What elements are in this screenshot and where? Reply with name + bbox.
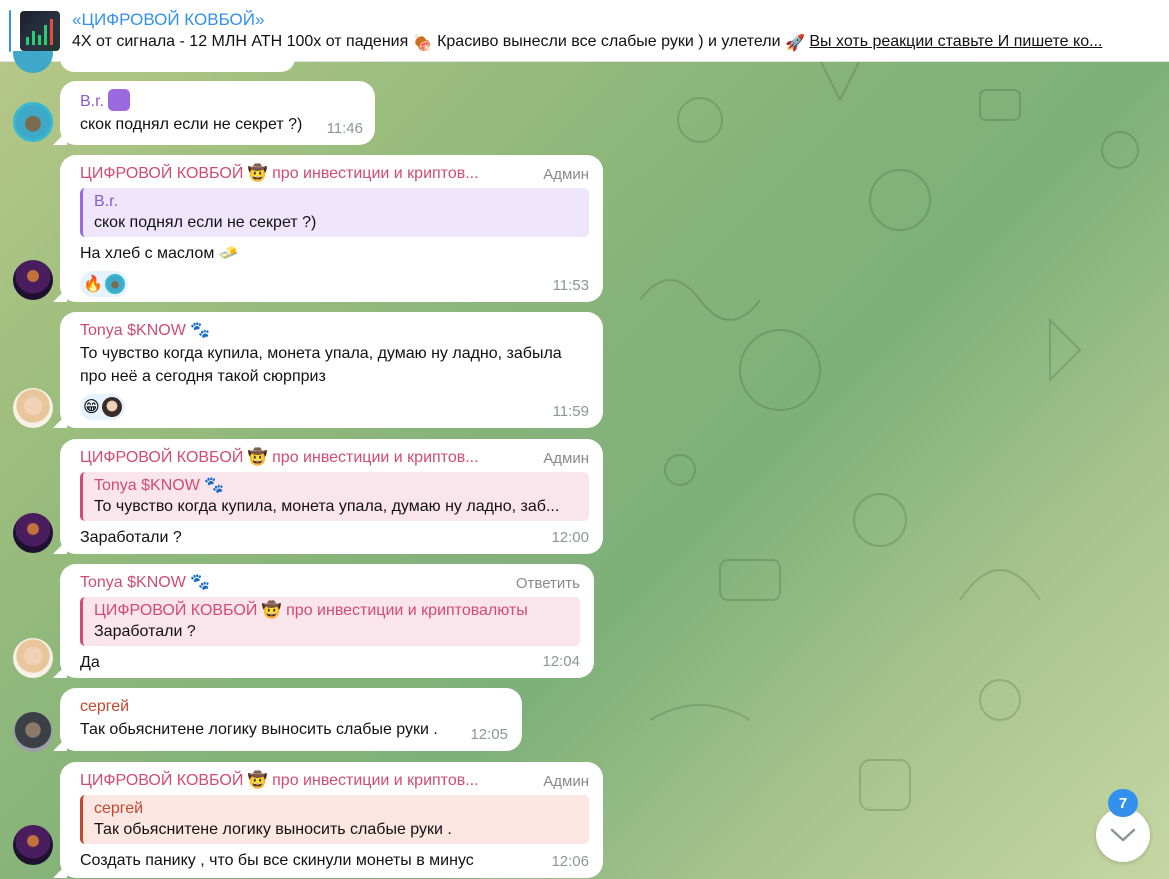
reply-name: ЦИФРОВОЙ КОВБОЙ 🤠 про инвестиции и крипт… [94, 602, 528, 619]
meat-emoji-icon: 🍖 [412, 35, 433, 52]
grin-emoji-icon: 😁 [83, 399, 100, 416]
sender-name[interactable]: Tonya $KNOW 🐾 [80, 572, 580, 594]
message-text: Так обьяснитене логику выносить слабые р… [80, 721, 438, 738]
reply-text: То чувство когда купила, монета упала, д… [94, 498, 560, 515]
reply-name: B.r. [94, 193, 119, 210]
admin-badge: Админ [543, 450, 589, 467]
pinned-accent-bar [9, 10, 11, 52]
avatar-br[interactable] [13, 102, 53, 142]
sender-name[interactable]: сергей [80, 696, 508, 718]
pinned-text: 4Х от сигнала - 12 МЛН АТН 100х от паден… [72, 33, 1103, 52]
user-badge-icon [108, 89, 131, 111]
message-time: 11:53 [552, 277, 589, 294]
message-bubble[interactable]: ЦИФРОВОЙ КОВБОЙ 🤠 про инвестиции и крипт… [53, 155, 603, 302]
previous-message-fragment [60, 52, 295, 72]
reply-name: Tonya $KNOW 🐾 [94, 477, 225, 494]
message-bubble[interactable]: ЦИФРОВОЙ КОВБОЙ 🤠 про инвестиции и крипт… [53, 439, 603, 554]
sender-name[interactable]: ЦИФРОВОЙ КОВБОЙ 🤠 про инвестиции и крипт… [80, 770, 520, 792]
reply-quote[interactable]: B.r. скок поднял если не секрет ?) [80, 188, 589, 237]
reply-quote[interactable]: сергей Так обьяснитене логику выносить с… [80, 795, 589, 844]
sender-name[interactable]: Tonya $KNOW 🐾 [80, 320, 589, 342]
reply-quote[interactable]: ЦИФРОВОЙ КОВБОЙ 🤠 про инвестиции и крипт… [80, 597, 580, 646]
message-bubble[interactable]: Tonya $KNOW 🐾 Ответить ЦИФРОВОЙ КОВБОЙ 🤠… [53, 564, 594, 678]
message-time: 12:06 [551, 853, 589, 870]
message-text: Создать панику , что бы все скинули моне… [80, 852, 474, 869]
reply-name: сергей [94, 800, 144, 817]
reply-text: Заработали ? [94, 623, 196, 640]
avatar-cowboy[interactable] [13, 825, 53, 865]
message-time: 12:04 [542, 653, 580, 670]
rocket-emoji-icon: 🚀 [785, 35, 805, 52]
unread-count-badge: 7 [1108, 789, 1138, 817]
reaction-chip[interactable]: 😁 [80, 394, 125, 420]
message-time: 11:59 [552, 403, 589, 420]
reaction-chip[interactable]: 🔥 [80, 271, 128, 297]
message-text: На хлеб с маслом 🧈 [80, 245, 239, 262]
avatar-tonya[interactable] [13, 388, 53, 428]
reply-text: Так обьяснитене логику выносить слабые р… [94, 821, 452, 838]
reactor-avatar [104, 274, 125, 294]
message-text: Да [80, 654, 100, 671]
message-text: скок поднял если не секрет ?) [80, 116, 303, 133]
sender-name[interactable]: ЦИФРОВОЙ КОВБОЙ 🤠 про инвестиции и крипт… [80, 163, 520, 185]
pinned-link[interactable]: Вы хоть реакции ставьте И пишете ко... [809, 33, 1102, 50]
message-bubble[interactable]: Tonya $KNOW 🐾 То чувство когда купила, м… [53, 312, 603, 428]
reply-quote[interactable]: Tonya $KNOW 🐾 То чувство когда купила, м… [80, 472, 589, 521]
admin-badge: Админ [543, 773, 589, 790]
avatar-cowboy[interactable] [13, 260, 53, 300]
reply-action[interactable]: Ответить [516, 575, 580, 592]
message-time: 12:05 [470, 726, 508, 743]
avatar-sergey[interactable] [13, 712, 53, 752]
message-time: 11:46 [326, 120, 363, 137]
message-text: Заработали ? [80, 529, 182, 546]
reactions[interactable]: 😁 [80, 394, 589, 420]
message-text: То чувство когда купила, монета упала, д… [80, 345, 562, 385]
reactions[interactable]: 🔥 [80, 271, 589, 297]
message-bubble[interactable]: ЦИФРОВОЙ КОВБОЙ 🤠 про инвестиции и крипт… [53, 762, 603, 878]
message-time: 12:00 [551, 529, 589, 546]
reply-text: скок поднял если не секрет ?) [94, 214, 317, 231]
admin-badge: Админ [543, 166, 589, 183]
chart-thumbnail-icon [20, 11, 60, 51]
sender-name[interactable]: ЦИФРОВОЙ КОВБОЙ 🤠 про инвестиции и крипт… [80, 447, 520, 469]
reactor-avatar [101, 397, 122, 417]
avatar-tonya[interactable] [13, 638, 53, 678]
pinned-title: «ЦИФРОВОЙ КОВБОЙ» [72, 10, 265, 29]
fire-emoji-icon: 🔥 [83, 276, 103, 293]
message-bubble[interactable]: B.r. скок поднял если не секрет ?) 11:46 [53, 81, 375, 145]
avatar-cowboy[interactable] [13, 513, 53, 553]
sender-name[interactable]: B.r. [80, 89, 361, 113]
message-bubble[interactable]: сергей Так обьяснитене логику выносить с… [53, 688, 522, 751]
chevron-down-icon [1110, 828, 1136, 842]
